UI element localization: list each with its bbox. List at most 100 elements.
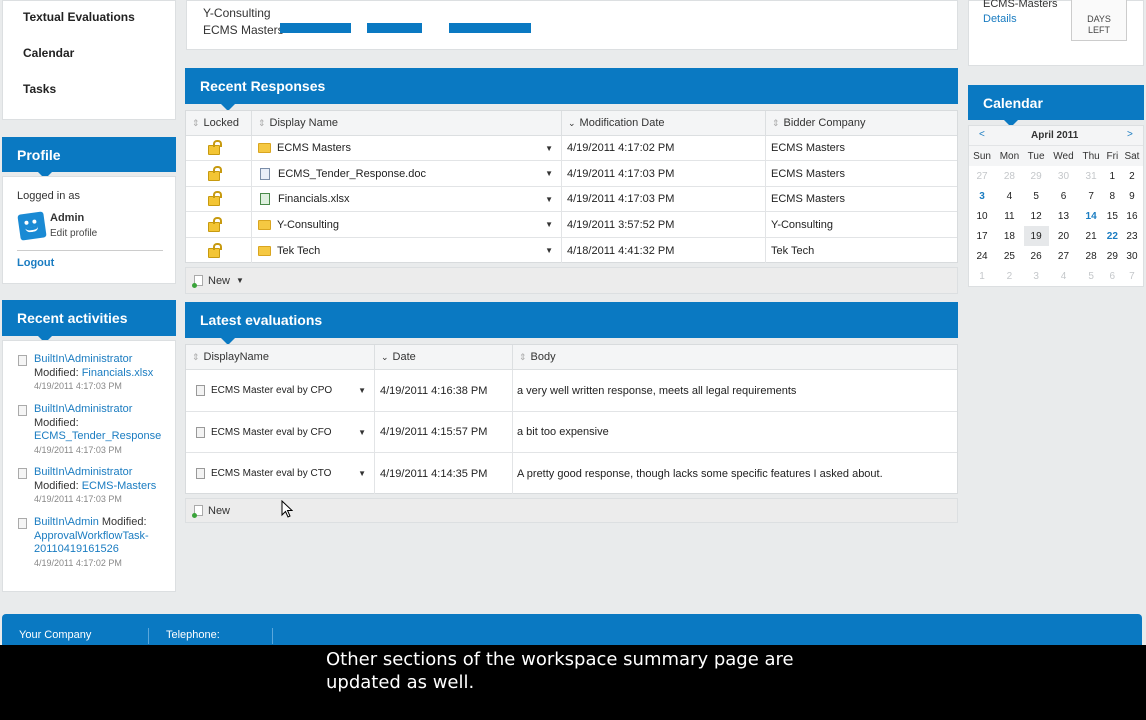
table-row[interactable]: ECMS Master eval by CFO ▼ 4/19/2011 4:15:… <box>186 412 957 453</box>
calendar-day[interactable]: 29 <box>1104 246 1121 266</box>
activity-target-link[interactable]: ApprovalWorkflowTask-20110419161526 <box>34 530 154 557</box>
activity-user-link[interactable]: BuiltIn\Administrator <box>34 403 168 417</box>
unlocked-icon[interactable] <box>208 242 222 258</box>
chevron-down-icon[interactable]: ▼ <box>545 220 553 229</box>
calendar-day[interactable]: 9 <box>1121 186 1143 206</box>
nav-item-textual-evaluations[interactable]: Textual Evaluations <box>23 10 135 24</box>
calendar-day[interactable]: 24 <box>969 246 995 266</box>
calendar-day[interactable]: 5 <box>1078 266 1103 286</box>
logout-link[interactable]: Logout <box>17 257 54 269</box>
new-document-icon[interactable] <box>192 505 203 518</box>
calendar-day[interactable]: 7 <box>1078 186 1103 206</box>
activity-target-link[interactable]: ECMS_Tender_Response <box>34 430 162 444</box>
calendar-day[interactable]: 8 <box>1104 186 1121 206</box>
calendar-day[interactable]: 28 <box>1078 246 1103 266</box>
unlocked-icon[interactable] <box>208 216 222 232</box>
chevron-down-icon[interactable]: ▼ <box>545 195 553 204</box>
table-row[interactable]: Financials.xlsx ▼ 4/19/2011 4:17:03 PM EC… <box>186 187 957 212</box>
calendar-day[interactable]: 20 <box>1049 226 1079 246</box>
nav-item-calendar[interactable]: Calendar <box>23 46 74 60</box>
chevron-down-icon[interactable]: ▼ <box>236 276 244 285</box>
unlocked-icon[interactable] <box>208 191 222 206</box>
calendar-day[interactable]: 12 <box>1024 206 1049 226</box>
calendar-day-today[interactable]: 19 <box>1023 226 1049 246</box>
column-header-displayname[interactable]: ⇕ DisplayName <box>186 345 375 370</box>
calendar-day[interactable]: 14 <box>1078 206 1103 226</box>
new-document-icon[interactable] <box>192 275 203 288</box>
calendar-day[interactable]: 28 <box>995 166 1024 186</box>
calendar-day[interactable]: 5 <box>1024 186 1049 206</box>
chevron-down-icon[interactable]: ▼ <box>545 246 553 255</box>
calendar-day[interactable]: 11 <box>995 206 1024 226</box>
new-button[interactable]: New <box>208 505 230 517</box>
activity-target-link[interactable]: Financials.xlsx <box>82 367 154 379</box>
details-link[interactable]: Details <box>983 13 1017 25</box>
table-row[interactable]: ECMS Master eval by CTO ▼ 4/19/2011 4:14:… <box>186 453 957 494</box>
calendar-day[interactable]: 13 <box>1049 206 1079 226</box>
table-row[interactable]: ECMS Masters ▼ 4/19/2011 4:17:02 PM ECMS … <box>186 136 957 161</box>
calendar-day[interactable]: 17 <box>969 226 995 246</box>
nav-item-tasks[interactable]: Tasks <box>23 82 56 96</box>
calendar-day[interactable]: 2 <box>1121 166 1143 186</box>
evaluation-name[interactable]: ECMS Master eval by CPO <box>211 385 332 396</box>
calendar-day[interactable]: 2 <box>995 266 1024 286</box>
column-header-bidder-company[interactable]: ⇕ Bidder Company <box>766 111 959 136</box>
calendar-day[interactable]: 25 <box>995 246 1024 266</box>
calendar-day[interactable]: 30 <box>1049 166 1079 186</box>
activity-user-link[interactable]: BuiltIn\Administrator <box>34 466 168 480</box>
calendar-day[interactable]: 15 <box>1104 206 1121 226</box>
column-header-display-name[interactable]: ⇕ Display Name <box>252 111 562 136</box>
calendar-day[interactable]: 31 <box>1078 166 1103 186</box>
evaluation-name[interactable]: ECMS Master eval by CTO <box>211 468 331 479</box>
calendar-day[interactable]: 29 <box>1024 166 1049 186</box>
response-name[interactable]: ECMS Masters <box>277 142 351 154</box>
table-row[interactable]: Tek Tech ▼ 4/18/2011 4:41:32 PM Tek Tech <box>186 238 957 263</box>
column-header-locked[interactable]: ⇕ Locked <box>186 111 252 136</box>
calendar-day[interactable]: 26 <box>1024 246 1049 266</box>
evaluation-name[interactable]: ECMS Master eval by CFO <box>211 427 332 438</box>
activity-target-link[interactable]: ECMS-Masters <box>82 480 157 492</box>
calendar-day[interactable]: 6 <box>1049 186 1079 206</box>
calendar-day[interactable]: 6 <box>1104 266 1121 286</box>
new-button[interactable]: New <box>208 275 230 287</box>
calendar-day[interactable]: 22 <box>1104 226 1121 246</box>
calendar-day[interactable]: 23 <box>1121 226 1143 246</box>
calendar-day[interactable]: 27 <box>1049 246 1079 266</box>
edit-profile-link[interactable]: Edit profile <box>50 228 97 239</box>
calendar-day[interactable]: 1 <box>1104 166 1121 186</box>
activity-user-link[interactable]: BuiltIn\Administrator <box>34 353 168 367</box>
calendar-day[interactable]: 18 <box>995 226 1024 246</box>
table-row[interactable]: ECMS Master eval by CPO ▼ 4/19/2011 4:16:… <box>186 370 957 412</box>
column-header-body[interactable]: ⇕ Body <box>513 345 959 370</box>
calendar-day[interactable]: 30 <box>1121 246 1143 266</box>
chevron-down-icon[interactable]: ▼ <box>358 469 366 478</box>
activity-user-link[interactable]: BuiltIn\Admin <box>34 516 99 528</box>
response-name[interactable]: Tek Tech <box>277 245 320 257</box>
unlocked-icon[interactable] <box>208 140 222 155</box>
calendar-day[interactable]: 4 <box>995 186 1024 206</box>
calendar-day[interactable]: 4 <box>1049 266 1079 286</box>
calendar-day[interactable]: 27 <box>969 166 995 186</box>
response-name[interactable]: Y-Consulting <box>277 219 339 231</box>
calendar-day[interactable]: 10 <box>969 206 995 226</box>
calendar-next-button[interactable]: > <box>1127 129 1133 140</box>
chevron-down-icon[interactable]: ▼ <box>358 386 366 395</box>
calendar-day[interactable]: 1 <box>969 266 995 286</box>
chevron-down-icon[interactable]: ▼ <box>545 144 553 153</box>
calendar-day[interactable]: 3 <box>969 186 995 206</box>
response-name[interactable]: ECMS_Tender_Response.doc <box>278 168 426 180</box>
calendar-prev-button[interactable]: < <box>979 129 985 140</box>
weekday-label: Thu <box>1078 146 1104 166</box>
column-header-modification-date[interactable]: ⌄ Modification Date <box>562 111 766 136</box>
response-name[interactable]: Financials.xlsx <box>278 193 350 205</box>
table-row[interactable]: ECMS_Tender_Response.doc ▼ 4/19/2011 4:17… <box>186 161 957 187</box>
chevron-down-icon[interactable]: ▼ <box>545 169 553 178</box>
calendar-day[interactable]: 21 <box>1078 226 1103 246</box>
calendar-day[interactable]: 3 <box>1024 266 1049 286</box>
column-header-date[interactable]: ⌄ Date <box>375 345 513 370</box>
calendar-day[interactable]: 7 <box>1121 266 1143 286</box>
calendar-day[interactable]: 16 <box>1121 206 1143 226</box>
chevron-down-icon[interactable]: ▼ <box>358 428 366 437</box>
table-row[interactable]: Y-Consulting ▼ 4/19/2011 3:57:52 PM Y-Con… <box>186 212 957 238</box>
unlocked-icon[interactable] <box>208 165 222 181</box>
